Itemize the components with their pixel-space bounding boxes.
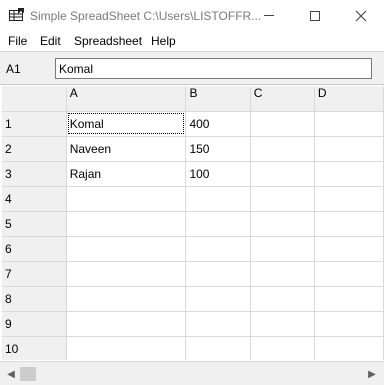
grid-cell[interactable]: [250, 286, 315, 312]
grid-cell[interactable]: 150: [185, 136, 251, 162]
menu-help[interactable]: Help: [151, 34, 176, 48]
grid-cell[interactable]: [185, 261, 251, 287]
spreadsheet-grid: A B C D 1 Komal 400 2 Naveen 150 3 Rajan 100 4 5 6 7…: [0, 84, 384, 360]
table-row: 10: [2, 336, 384, 360]
menu-edit[interactable]: Edit: [40, 34, 61, 48]
title-bar: Simple SpreadSheet C:\Users\LISTOFFR...: [0, 0, 384, 31]
grid-cell[interactable]: [185, 311, 251, 337]
grid-table: A B C D 1 Komal 400 2 Naveen 150 3 Rajan 100 4 5 6 7…: [2, 86, 384, 360]
row-header[interactable]: 3: [2, 161, 67, 187]
column-header-d[interactable]: D: [314, 86, 384, 112]
table-row: 7: [2, 261, 384, 287]
row-header[interactable]: 4: [2, 186, 67, 212]
scroll-right-icon[interactable]: ▶: [364, 366, 380, 382]
horizontal-scrollbar[interactable]: ◀ ▶: [0, 361, 384, 385]
spreadsheet-app-icon: [9, 8, 24, 21]
grid-cell[interactable]: [66, 286, 187, 312]
grid-corner[interactable]: [2, 86, 67, 112]
menu-bar: File Edit Spreadsheet Help: [0, 31, 384, 51]
grid-cell[interactable]: [314, 136, 384, 162]
grid-cell[interactable]: [66, 311, 187, 337]
close-button[interactable]: [338, 0, 384, 31]
grid-cell[interactable]: [185, 286, 251, 312]
grid-cell[interactable]: [314, 311, 384, 337]
grid-cell[interactable]: Komal: [66, 111, 187, 137]
table-row: 4: [2, 186, 384, 212]
table-row: 5: [2, 211, 384, 237]
grid-cell[interactable]: [66, 186, 187, 212]
grid-cell[interactable]: [250, 236, 315, 262]
maximize-button[interactable]: [292, 0, 338, 31]
table-row: 8: [2, 286, 384, 312]
row-header[interactable]: 8: [2, 286, 67, 312]
scroll-left-icon[interactable]: ◀: [3, 366, 19, 382]
window-title: Simple SpreadSheet C:\Users\LISTOFFR...: [30, 9, 262, 23]
grid-cell[interactable]: [250, 311, 315, 337]
grid-cell[interactable]: [66, 211, 187, 237]
grid-cell[interactable]: Naveen: [66, 136, 187, 162]
grid-cell[interactable]: [250, 211, 315, 237]
minimize-icon: [264, 15, 274, 16]
grid-cell[interactable]: [314, 236, 384, 262]
column-header-b[interactable]: B: [185, 86, 251, 112]
grid-cell[interactable]: Rajan: [66, 161, 187, 187]
row-header[interactable]: 9: [2, 311, 67, 337]
grid-cell[interactable]: [185, 186, 251, 212]
grid-cell[interactable]: [250, 186, 315, 212]
grid-cell[interactable]: [314, 111, 384, 137]
cell-reference-label: A1: [6, 62, 21, 76]
close-icon: [355, 10, 367, 21]
minimize-button[interactable]: [246, 0, 292, 31]
grid-cell[interactable]: [185, 236, 251, 262]
grid-cell[interactable]: [250, 336, 315, 360]
table-row: 2 Naveen 150: [2, 136, 384, 162]
grid-cell[interactable]: [250, 136, 315, 162]
grid-cell[interactable]: [314, 336, 384, 360]
grid-cell[interactable]: [314, 261, 384, 287]
row-header[interactable]: 2: [2, 136, 67, 162]
table-row: 1 Komal 400: [2, 111, 384, 137]
row-header[interactable]: 10: [2, 336, 67, 360]
grid-cell[interactable]: 400: [185, 111, 251, 137]
grid-cell[interactable]: [250, 111, 315, 137]
row-header[interactable]: 7: [2, 261, 67, 287]
table-row: 9: [2, 311, 384, 337]
column-header-a[interactable]: A: [66, 86, 187, 112]
table-row: 3 Rajan 100: [2, 161, 384, 187]
formula-bar: A1: [0, 51, 384, 84]
grid-cell[interactable]: [66, 336, 187, 360]
row-header[interactable]: 6: [2, 236, 67, 262]
grid-cell[interactable]: [314, 286, 384, 312]
table-row: 6: [2, 236, 384, 262]
grid-cell[interactable]: [185, 211, 251, 237]
scroll-thumb[interactable]: [20, 367, 36, 381]
row-header[interactable]: 5: [2, 211, 67, 237]
formula-input[interactable]: [55, 58, 372, 79]
grid-cell[interactable]: [66, 261, 187, 287]
grid-cell[interactable]: [314, 161, 384, 187]
menu-spreadsheet[interactable]: Spreadsheet: [74, 34, 142, 48]
grid-cell[interactable]: [314, 186, 384, 212]
grid-cell[interactable]: [314, 211, 384, 237]
menu-file[interactable]: File: [8, 34, 27, 48]
grid-cell[interactable]: [250, 161, 315, 187]
row-header[interactable]: 1: [2, 111, 67, 137]
maximize-icon: [310, 10, 320, 21]
grid-cell[interactable]: [66, 236, 187, 262]
column-header-c[interactable]: C: [250, 86, 315, 112]
grid-cell[interactable]: [185, 336, 251, 360]
grid-cell[interactable]: 100: [185, 161, 251, 187]
grid-cell[interactable]: [250, 261, 315, 287]
